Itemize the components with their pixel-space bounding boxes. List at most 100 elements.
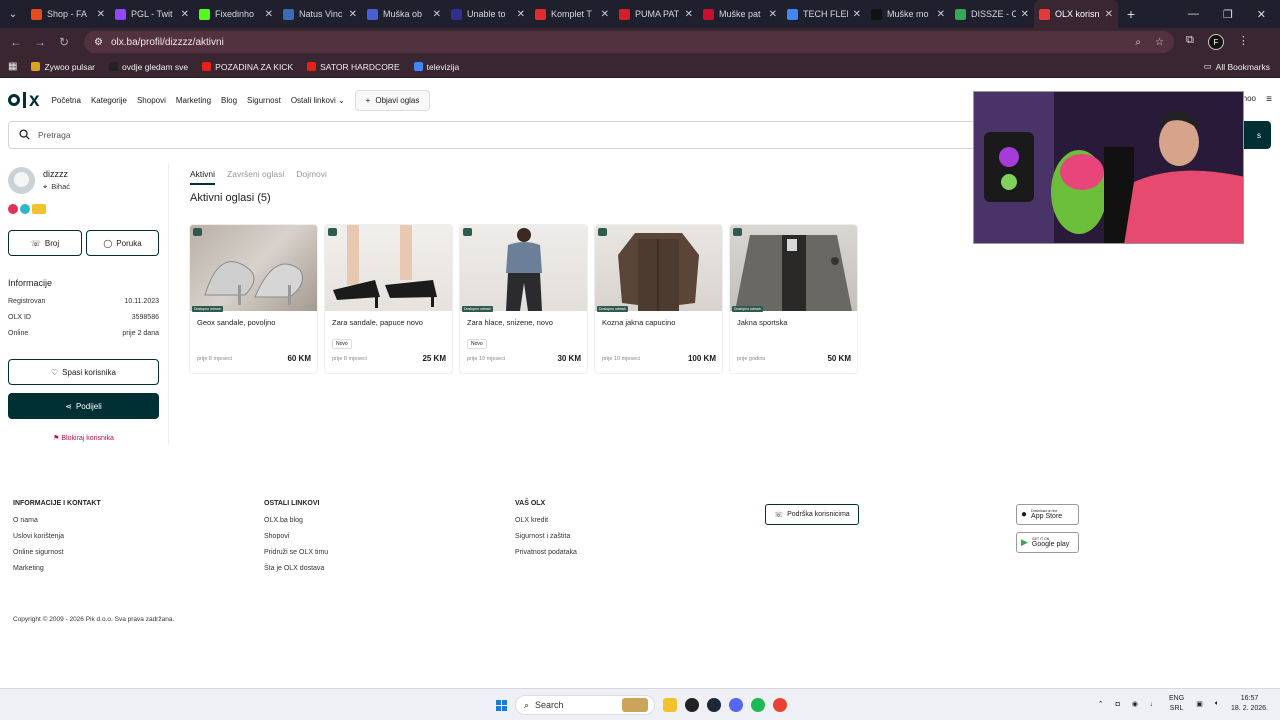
tab-close-icon[interactable]: ✕ (349, 9, 357, 20)
steam-icon[interactable] (707, 698, 721, 712)
nav-sigurnost[interactable]: Sigurnost (247, 96, 281, 105)
footer-link[interactable]: Uslovi korištenja (13, 533, 101, 540)
browser-tab[interactable]: Shop - FA ✕ (26, 0, 110, 28)
volume-icon[interactable]: 🔈︎ (1215, 700, 1219, 708)
site-info-icon[interactable]: ⚙ (94, 37, 103, 48)
browser-tab[interactable]: Muške pat ✕ (698, 0, 782, 28)
share-button[interactable]: ⋖ Podijeli (8, 393, 159, 419)
obs-icon[interactable] (685, 698, 699, 712)
bookmark-item[interactable]: POZADINA ZA KICK (202, 62, 293, 72)
new-tab-button[interactable]: + (1118, 6, 1144, 22)
browser-tab[interactable]: TECH FLEE ✕ (782, 0, 866, 28)
taskbar-search[interactable]: ⌕ Search (515, 695, 655, 715)
tab-close-icon[interactable]: ✕ (853, 9, 861, 20)
reload-icon[interactable]: ↻ (52, 35, 76, 49)
block-user-link[interactable]: ⚑ Blokiraj korisnika (8, 434, 159, 442)
footer-link[interactable]: OLX kredit (515, 517, 577, 524)
olx-logo[interactable]: x (8, 91, 40, 110)
footer-link[interactable]: Shopovi (264, 533, 328, 540)
steam-tray-icon[interactable]: ◉ (1132, 700, 1138, 708)
tab-dojmovi[interactable]: Dojmovi (296, 169, 327, 185)
footer-link[interactable]: Online sigurnost (13, 549, 101, 556)
tray-expand-icon[interactable]: ⌃ (1098, 700, 1104, 708)
browser-tab[interactable]: Unable to ✕ (446, 0, 530, 28)
nav-blog[interactable]: Blog (221, 96, 237, 105)
footer-link[interactable]: Privatnost podataka (515, 549, 577, 556)
send-message-button[interactable]: ◯ Poruka (86, 230, 159, 256)
network-icon[interactable]: ▣ (1196, 700, 1203, 708)
browser-tab[interactable]: PUMA PAT ✕ (614, 0, 698, 28)
tab-close-icon[interactable]: ✕ (601, 9, 609, 20)
extensions-icon[interactable]: ⧉ (1186, 34, 1194, 50)
nav-shopovi[interactable]: Shopovi (137, 96, 166, 105)
nav-marketing[interactable]: Marketing (176, 96, 211, 105)
footer-link[interactable]: Pridruži se OLX timu (264, 549, 328, 556)
tab-close-icon[interactable]: ✕ (1105, 9, 1113, 20)
restore-icon[interactable]: ❐ (1223, 8, 1233, 21)
tab-close-icon[interactable]: ✕ (1021, 9, 1029, 20)
tab-close-icon[interactable]: ✕ (685, 9, 693, 20)
discord-icon[interactable] (729, 698, 743, 712)
bookmark-item[interactable]: televizija (413, 62, 459, 72)
nav-ostali-linkovi[interactable]: Ostali linkovi ⌄ (291, 96, 345, 105)
browser-tab[interactable]: DISSZE - C ✕ (950, 0, 1034, 28)
forward-icon[interactable]: → (28, 35, 52, 49)
language-indicator[interactable]: ENG SRL (1169, 694, 1184, 714)
all-bookmarks[interactable]: ▭ All Bookmarks (1204, 61, 1280, 72)
tab-zavrseni-oglasi[interactable]: Završeni oglasi (227, 169, 284, 185)
listing-card[interactable]: Dostupno odmah Kozna jakna capucino prij… (595, 225, 722, 373)
browser-tab[interactable]: Muška ob ✕ (362, 0, 446, 28)
gamepad-icon[interactable]: ◘ (1116, 701, 1120, 708)
browser-menu-icon[interactable]: ⋮ (1238, 34, 1249, 50)
browser-tab[interactable]: OLX korisn ✕ (1034, 0, 1118, 28)
browser-tab[interactable]: Natus Vinc ✕ (278, 0, 362, 28)
google-play-badge[interactable]: ▶ GET IT ON Google play (1016, 532, 1079, 553)
nav-pocetna[interactable]: Početna (52, 96, 81, 105)
tab-close-icon[interactable]: ✕ (769, 9, 777, 20)
listing-card[interactable]: Dostupno odmah Zara hlace, snizene, novo… (460, 225, 587, 373)
profile-avatar[interactable]: F (1207, 34, 1224, 50)
apps-grid-icon[interactable]: ▦ (8, 61, 17, 72)
chrome-icon[interactable] (773, 698, 787, 712)
tab-search-icon[interactable]: ⌄ (0, 0, 26, 28)
start-windows-icon[interactable] (496, 699, 507, 711)
browser-tab[interactable]: Komplet T ✕ (530, 0, 614, 28)
tab-close-icon[interactable]: ✕ (97, 9, 105, 20)
browser-tab[interactable]: Fixedinho ✕ (194, 0, 278, 28)
microphone-icon[interactable]: ♩ (1150, 701, 1157, 708)
close-window-icon[interactable]: ✕ (1257, 8, 1266, 21)
bookmark-item[interactable]: SATOR HARDCORE (307, 62, 400, 72)
url-field[interactable]: ⚙ olx.ba/profil/dizzzz/aktivni ⌕ ☆ (84, 31, 1174, 53)
minimize-icon[interactable]: — (1188, 8, 1199, 21)
listing-card[interactable]: Dostupno odmah Geox sandale, povoljno pr… (190, 225, 317, 373)
tab-close-icon[interactable]: ✕ (181, 9, 189, 20)
tab-close-icon[interactable]: ✕ (265, 9, 273, 20)
listing-card[interactable]: Dostupno odmah Jakna sportska prije godi… (730, 225, 857, 373)
bookmark-item[interactable]: ovdje gledam sve (109, 62, 188, 72)
spotify-icon[interactable] (751, 698, 765, 712)
tab-close-icon[interactable]: ✕ (517, 9, 525, 20)
footer-link[interactable]: O nama (13, 517, 101, 524)
file-explorer-icon[interactable] (663, 698, 677, 712)
show-phone-button[interactable]: ☏ Broj (8, 230, 82, 256)
tab-aktivni[interactable]: Aktivni (190, 169, 216, 185)
footer-link[interactable]: Marketing (13, 565, 101, 572)
clock[interactable]: 16:57 18. 2. 2026. (1231, 694, 1268, 714)
footer-link[interactable]: OLX.ba blog (264, 517, 328, 524)
bookmark-item[interactable]: Zywoo pulsar (31, 62, 95, 72)
nav-kategorije[interactable]: Kategorije (91, 96, 127, 105)
browser-tab[interactable]: PGL - Twit ✕ (110, 0, 194, 28)
hamburger-menu-icon[interactable]: ≡ (1266, 94, 1272, 105)
listing-card[interactable]: Zara sandale, papuce novo Novo prije 8 m… (325, 225, 452, 373)
publish-ad-button[interactable]: + Objavi oglas (354, 89, 431, 111)
zoom-icon[interactable]: ⌕ (1135, 37, 1141, 48)
header-user-name[interactable]: hoo (1243, 94, 1256, 103)
footer-link[interactable]: Sigurnost i zaštita (515, 533, 577, 540)
tab-close-icon[interactable]: ✕ (937, 9, 945, 20)
browser-tab[interactable]: Muške mo ✕ (866, 0, 950, 28)
footer-link[interactable]: Šta je OLX dostava (264, 565, 328, 572)
app-store-badge[interactable]: ● Download on the App Store (1016, 504, 1079, 525)
tab-close-icon[interactable]: ✕ (433, 9, 441, 20)
bookmark-star-icon[interactable]: ☆ (1155, 37, 1164, 48)
support-button[interactable]: ☏ Podrška korisnicima (765, 504, 859, 525)
